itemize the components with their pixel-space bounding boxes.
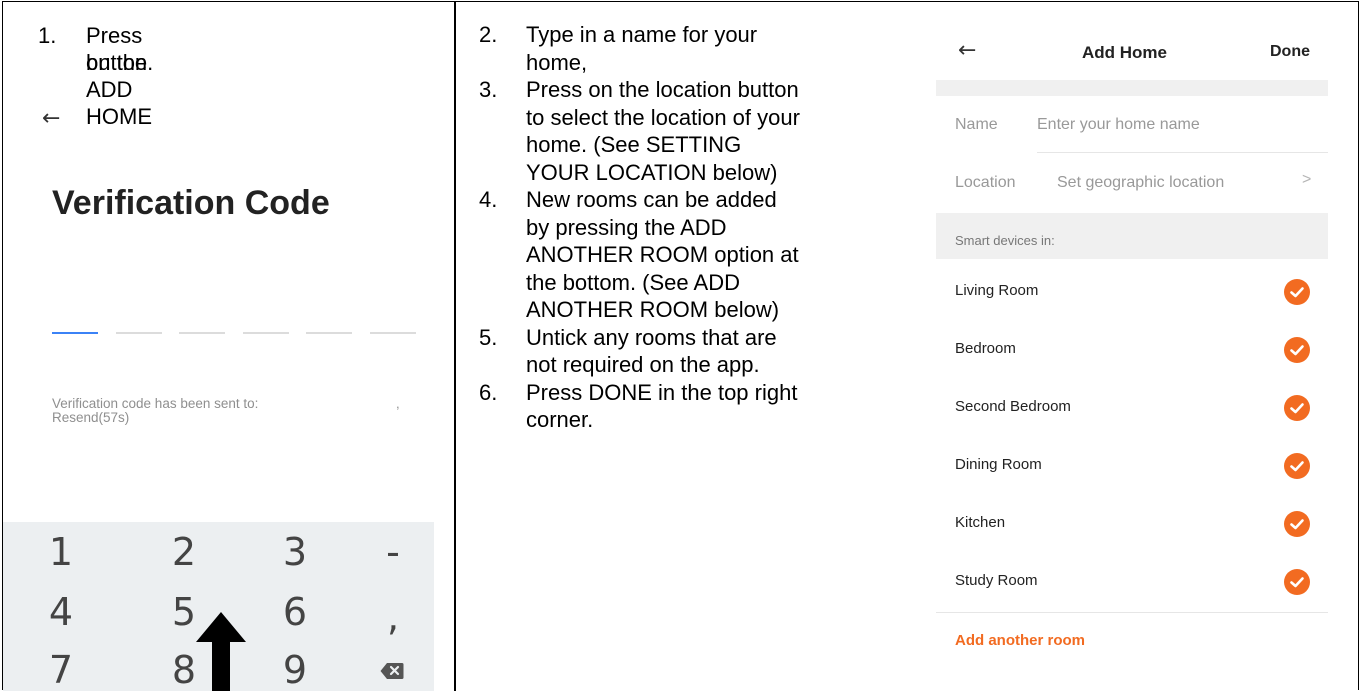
- step-text: to select the location of your: [526, 104, 800, 130]
- room-item[interactable]: Second Bedroom: [955, 398, 1071, 415]
- key-4[interactable]: 4: [31, 590, 91, 634]
- code-slot[interactable]: [242, 332, 289, 334]
- code-slot[interactable]: [52, 332, 98, 334]
- verification-sent-text: Verification code has been sent to:: [52, 396, 259, 411]
- room-item[interactable]: Bedroom: [955, 340, 1016, 357]
- step-text: not required on the app.: [526, 352, 760, 377]
- instruction-table: 1. Press on the ADD HOME button. ← Verif…: [0, 0, 1363, 692]
- step-text: by pressing the ADD: [526, 214, 727, 240]
- step-number: 5.: [479, 324, 498, 350]
- key-3[interactable]: 3: [265, 530, 325, 574]
- step-text: home. (See SETTING: [526, 132, 742, 157]
- checkmark-icon[interactable]: [1284, 511, 1310, 537]
- room-item[interactable]: Kitchen: [955, 514, 1005, 531]
- key-6[interactable]: 6: [265, 590, 325, 634]
- key-7[interactable]: 7: [31, 648, 91, 692]
- step-text: Press DONE in the top right: [526, 379, 798, 405]
- divider: [1037, 152, 1328, 153]
- step-text: ANOTHER ROOM option at: [526, 242, 799, 267]
- header-separator-band: [936, 80, 1328, 96]
- verification-title: Verification Code: [52, 184, 330, 222]
- backspace-icon[interactable]: [380, 662, 404, 685]
- step-text: home,: [526, 49, 588, 75]
- step-text: corner.: [526, 407, 594, 432]
- code-slot[interactable]: [115, 332, 162, 334]
- code-slot[interactable]: [306, 332, 352, 334]
- up-arrow-icon: [196, 612, 246, 696]
- step-text: ANOTHER ROOM below): [526, 297, 780, 322]
- column-divider: [454, 1, 456, 691]
- code-slot[interactable]: [369, 332, 416, 334]
- room-item[interactable]: Living Room: [955, 282, 1038, 299]
- key-9[interactable]: 9: [265, 648, 325, 692]
- checkmark-icon[interactable]: [1284, 279, 1310, 305]
- key-1[interactable]: 1: [31, 530, 91, 574]
- room-item[interactable]: Dining Room: [955, 456, 1042, 473]
- name-label: Name: [955, 116, 998, 133]
- checkmark-icon[interactable]: [1284, 569, 1310, 595]
- add-another-room-button[interactable]: Add another room: [955, 632, 1085, 649]
- code-slot[interactable]: [179, 332, 225, 334]
- checkmark-icon[interactable]: [1284, 337, 1310, 363]
- step-number: 4.: [479, 187, 498, 212]
- key-comma[interactable]: ,: [363, 595, 423, 639]
- step-text: Press on the location button: [526, 77, 799, 102]
- room-item[interactable]: Study Room: [955, 572, 1038, 589]
- step-number: 6.: [479, 379, 498, 405]
- step-text: New rooms can be added: [526, 187, 777, 212]
- step-text: YOUR LOCATION below): [526, 159, 778, 185]
- step-text: Type in a name for your: [526, 22, 758, 47]
- arrow-left-icon[interactable]: ←: [42, 106, 60, 131]
- chevron-right-icon: >: [1302, 171, 1312, 188]
- location-label: Location: [955, 174, 1016, 191]
- step-text: the bottom. (See ADD: [526, 269, 740, 295]
- step-text: Untick any rooms that are: [526, 324, 777, 350]
- verification-sent-suffix: ,: [396, 396, 400, 411]
- key-2[interactable]: 2: [154, 530, 214, 574]
- done-button[interactable]: Done: [1270, 43, 1310, 61]
- key-dash[interactable]: -: [363, 530, 423, 574]
- location-button[interactable]: Set geographic location: [1057, 174, 1224, 192]
- header-title: Add Home: [1082, 43, 1167, 62]
- divider: [936, 612, 1328, 613]
- section-label: Smart devices in:: [955, 233, 1055, 248]
- resend-link[interactable]: Resend(57s): [52, 410, 129, 425]
- step-number: 3.: [479, 77, 498, 102]
- step-number: 2.: [479, 22, 498, 47]
- arrow-left-icon[interactable]: ←: [958, 38, 976, 63]
- checkmark-icon[interactable]: [1284, 395, 1310, 421]
- home-name-input[interactable]: Enter your home name: [1037, 116, 1200, 134]
- checkmark-icon[interactable]: [1284, 453, 1310, 479]
